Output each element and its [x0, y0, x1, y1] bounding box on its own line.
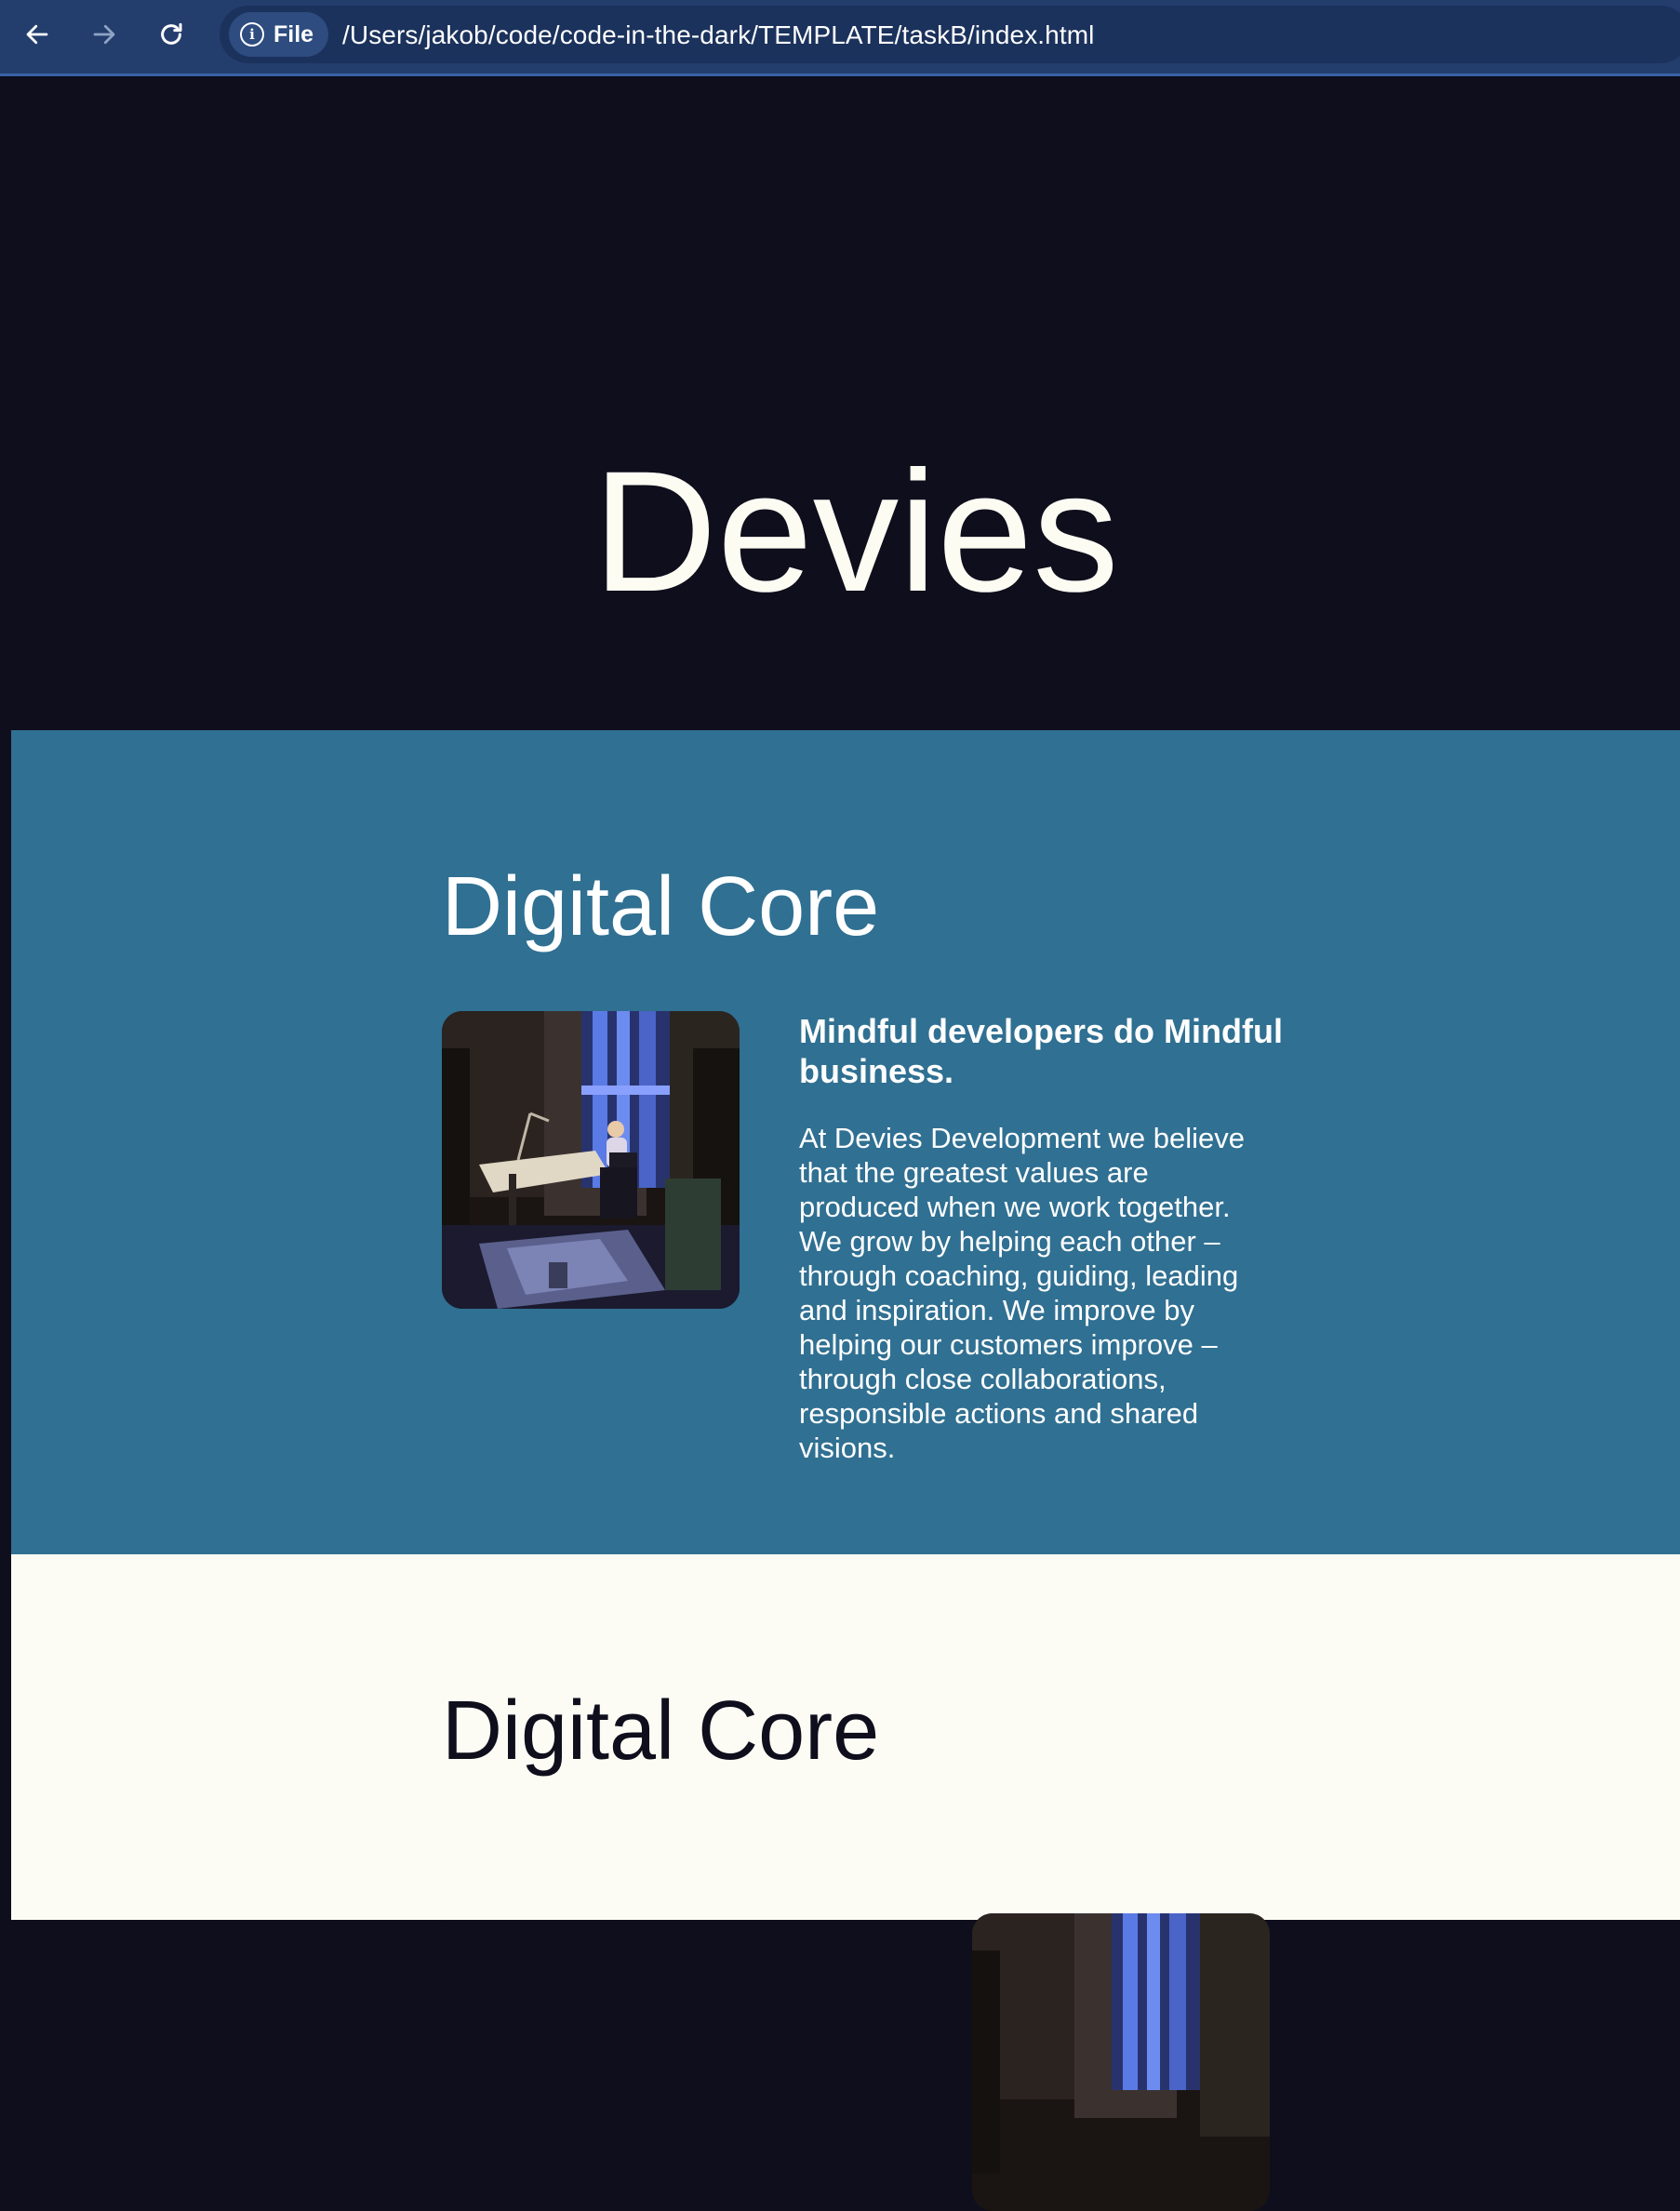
- digital-core-section-blue: Digital Core Mindful developers do Mindf…: [11, 730, 1680, 1554]
- section-body-text: At Devies Development we believe that th…: [799, 1122, 1246, 1464]
- arrow-left-icon: [26, 24, 48, 45]
- hero-title: Devies: [593, 436, 1119, 628]
- section-tagline: Mindful developers do Mindful business.: [799, 1012, 1283, 1090]
- site-info-chip[interactable]: i File: [229, 12, 329, 57]
- page-content: Devies Digital Core Mindful developers d…: [0, 79, 1680, 2211]
- info-icon: i: [240, 22, 264, 47]
- reload-button[interactable]: [147, 13, 195, 56]
- office-photo-2: [972, 1913, 1270, 2211]
- section-heading: Digital Core: [442, 860, 880, 953]
- browser-toolbar: i File /Users/jakob/code/code-in-the-dar…: [0, 0, 1680, 76]
- file-chip-label: File: [273, 20, 314, 47]
- reload-icon: [161, 22, 182, 45]
- section-text-block: Mindful developers do Mindful business. …: [799, 1011, 1283, 1465]
- office-photo: [442, 1011, 740, 1309]
- section-heading-2: Digital Core: [442, 1685, 880, 1778]
- arrow-right-icon: [93, 24, 115, 45]
- digital-core-section-light: Digital Core Your analytical partner and…: [11, 1554, 1680, 2211]
- url-text[interactable]: /Users/jakob/code/code-in-the-dark/TEMPL…: [342, 20, 1094, 50]
- section-tagline-2: Your analytical partner and guide.: [442, 1914, 872, 1992]
- back-button[interactable]: [13, 13, 61, 56]
- hero-section: Devies: [0, 79, 1680, 730]
- forward-button[interactable]: [80, 13, 128, 56]
- address-bar[interactable]: i File /Users/jakob/code/code-in-the-dar…: [220, 6, 1680, 63]
